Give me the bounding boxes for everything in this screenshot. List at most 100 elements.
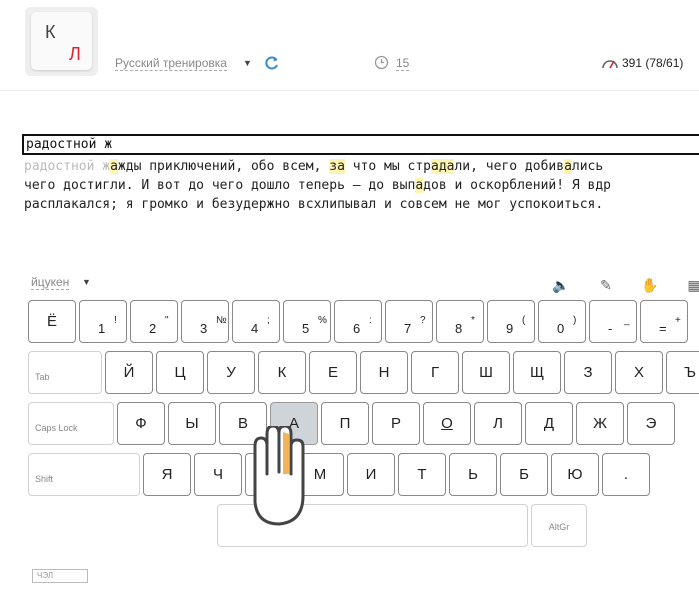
key-row1-4[interactable]: 4; [232, 300, 280, 343]
key-row1-9[interactable]: 9( [487, 300, 535, 343]
tab-label: Tab [35, 372, 50, 382]
key-row3-5[interactable]: Р [372, 402, 420, 445]
key-row2-5[interactable]: Н [360, 351, 408, 394]
key-row1-3[interactable]: 3 № [181, 300, 229, 343]
key-label: У [226, 364, 236, 381]
key-label: 8 [455, 321, 463, 336]
altgr-key[interactable]: AltGr [531, 504, 587, 547]
key-label: Ц [174, 364, 186, 381]
key-label: Я [161, 466, 173, 483]
key-row3-8[interactable]: Д [525, 402, 573, 445]
key-row1-11[interactable]: - _ [589, 300, 637, 343]
key-row4-8[interactable]: Ю [551, 453, 599, 496]
sound-off-icon[interactable]: 🔈 [551, 276, 571, 294]
key-row2-10[interactable]: Х [615, 351, 663, 394]
key-label: Ё [46, 313, 57, 330]
key-label: Ъ [684, 364, 696, 381]
key-row4-5[interactable]: Т [398, 453, 446, 496]
key-shift-label: : [369, 315, 372, 326]
key-row3-7[interactable]: Л [474, 402, 522, 445]
key-label: Э [645, 415, 657, 432]
grid-icon[interactable]: ▦ [684, 276, 699, 294]
key-shift-label: * [471, 315, 475, 326]
key-row3-1[interactable]: Ы [168, 402, 216, 445]
key-row1-7[interactable]: 7? [385, 300, 433, 343]
key-label: 4 [251, 321, 259, 336]
key-row2-11[interactable]: Ъ [666, 351, 699, 394]
key-row4-4[interactable]: И [347, 453, 395, 496]
key-row2-1[interactable]: Ц [156, 351, 204, 394]
key-label: Щ [529, 364, 545, 381]
language-select[interactable]: Русский тренировка [115, 56, 227, 71]
key-row1-12[interactable]: = + [640, 300, 688, 343]
key-shift-label: + [675, 315, 681, 326]
key-row3-10[interactable]: Э [627, 402, 675, 445]
layout-select[interactable]: йцукен [31, 275, 70, 290]
key-shift-label: ? [420, 315, 426, 326]
key-label: Ч [213, 466, 223, 483]
typing-input[interactable]: радостной ж [22, 134, 699, 155]
key-row2-4[interactable]: Е [309, 351, 357, 394]
key-row3-9[interactable]: Ж [576, 402, 624, 445]
text-line-2: чего достигли. И вот до чего дошло тепер… [24, 178, 612, 193]
key-row1-0[interactable]: Ё [28, 300, 76, 343]
key-label: . [623, 466, 629, 483]
shift-key[interactable]: Shift [28, 453, 140, 496]
text-line-3: расплакался; я громко и безудержно всхли… [24, 197, 611, 212]
caps-lock-label: Caps Lock [35, 423, 78, 433]
key-row4-0[interactable]: Я [143, 453, 191, 496]
key-row1-10[interactable]: 0) [538, 300, 586, 343]
key-row4-1[interactable]: Ч [194, 453, 242, 496]
key-label: 1 [98, 321, 106, 336]
key-row1-1[interactable]: 1! [79, 300, 127, 343]
key-label: 0 [557, 321, 565, 336]
key-label: 7 [404, 321, 412, 336]
timer-value[interactable]: 15 [396, 56, 410, 71]
key-row4-7[interactable]: Б [500, 453, 548, 496]
key-row2-9[interactable]: З [564, 351, 612, 394]
key-row1-5[interactable]: 5% [283, 300, 331, 343]
key-row2-0[interactable]: Й [105, 351, 153, 394]
key-row1-2[interactable]: 2 " [130, 300, 178, 343]
color-icon[interactable]: ✎ [596, 276, 616, 294]
altgr-label: AltGr [548, 522, 570, 532]
refresh-icon[interactable] [264, 55, 280, 71]
speedometer-icon [602, 60, 618, 69]
chevron-down-icon[interactable]: ▼ [82, 277, 91, 287]
key-label: Й [123, 364, 135, 381]
caps-lock-key[interactable]: Caps Lock [28, 402, 114, 445]
hands-icon[interactable]: ✋ [640, 276, 660, 294]
key-shift-label: ! [114, 315, 117, 326]
key-label: Х [633, 364, 644, 381]
key-label: 5 [302, 321, 310, 336]
key-label: 3 [200, 321, 208, 336]
key-shift-label: " [165, 315, 169, 326]
logo[interactable]: К Л [25, 7, 98, 76]
logo-key: К Л [31, 12, 92, 70]
key-label: 2 [149, 321, 157, 336]
key-row2-6[interactable]: Г [411, 351, 459, 394]
chevron-down-icon[interactable]: ▼ [243, 58, 252, 68]
key-row4-6[interactable]: Ь [449, 453, 497, 496]
key-label: Б [519, 466, 529, 483]
key-row3-6[interactable]: О [423, 402, 471, 445]
key-row3-4[interactable]: П [321, 402, 369, 445]
key-shift-label: ) [573, 315, 577, 326]
key-label: 6 [353, 321, 361, 336]
key-row1-6[interactable]: 6: [334, 300, 382, 343]
key-label: Е [327, 364, 338, 381]
key-row2-2[interactable]: У [207, 351, 255, 394]
key-row1-8[interactable]: 8 * [436, 300, 484, 343]
key-row2-3[interactable]: К [258, 351, 306, 394]
shift-label: Shift [35, 474, 54, 484]
key-label: Ю [567, 466, 583, 483]
key-row2-8[interactable]: Щ [513, 351, 561, 394]
tab-key[interactable]: Tab [28, 351, 102, 394]
key-row3-0[interactable]: Ф [117, 402, 165, 445]
key-row2-7[interactable]: Ш [462, 351, 510, 394]
key-label: Р [390, 415, 401, 432]
key-label: Ш [479, 364, 493, 381]
key-label: Ь [468, 466, 478, 483]
key-row4-9[interactable]: . [602, 453, 650, 496]
key-label: Ы [185, 415, 199, 432]
